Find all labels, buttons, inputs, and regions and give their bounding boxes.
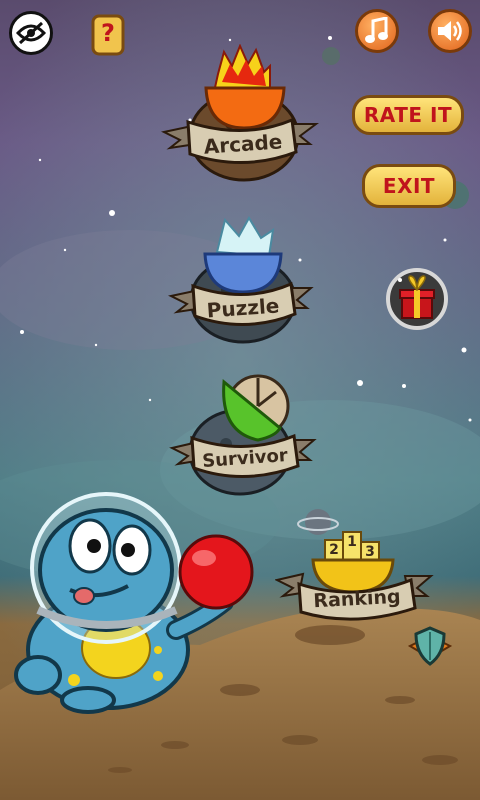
rate-it-label: RATE IT	[363, 103, 453, 127]
gift-icon	[386, 268, 448, 330]
puzzle-planet-icon	[168, 216, 314, 344]
gift-button[interactable]	[386, 268, 448, 330]
eye-off-icon	[16, 21, 46, 45]
podium-first: 1	[347, 534, 357, 550]
podium-second: 2	[329, 542, 339, 558]
speaker-icon	[438, 21, 462, 41]
game-menu-screen: ? RATE IT EXIT Arcade Puzzle Survivor 2 …	[0, 0, 480, 800]
alien-mascot-illustration	[14, 492, 254, 714]
music-toggle-button[interactable]	[355, 9, 399, 53]
hide-toggle-button[interactable]	[9, 11, 53, 55]
exit-label: EXIT	[382, 174, 436, 198]
music-note-icon	[365, 17, 388, 43]
alien-mascot	[8, 490, 258, 715]
ranking-button[interactable]: 2 1 3 Ranking	[274, 528, 435, 628]
achievements-button[interactable]	[407, 626, 453, 668]
help-button[interactable]: ?	[89, 13, 127, 57]
distant-rock	[322, 47, 340, 65]
survivor-planet-icon	[169, 374, 317, 496]
puzzle-mode-button[interactable]: Puzzle	[165, 212, 315, 347]
sound-toggle-button[interactable]	[428, 9, 472, 53]
rate-it-button[interactable]: RATE IT	[352, 95, 464, 135]
shield-badge-icon	[407, 626, 453, 666]
survivor-mode-button[interactable]: Survivor	[168, 372, 318, 497]
podium-third: 3	[365, 544, 375, 560]
exit-button[interactable]: EXIT	[362, 164, 456, 208]
arcade-mode-button[interactable]: Arcade	[160, 43, 320, 184]
help-symbol: ?	[101, 19, 115, 47]
arcade-planet-icon	[161, 43, 319, 182]
